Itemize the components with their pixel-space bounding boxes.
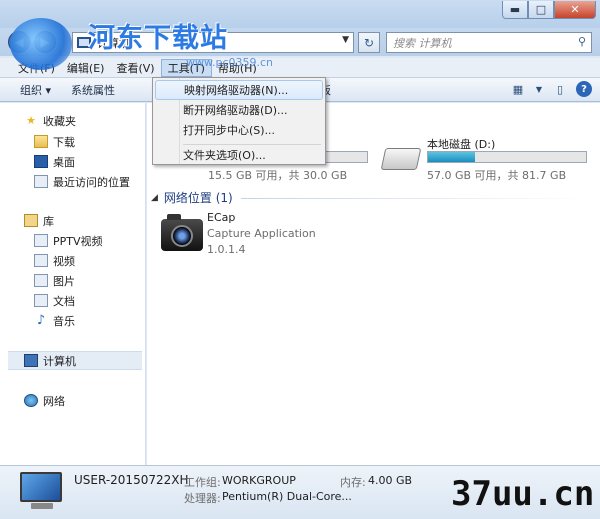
workgroup-label: 工作组: — [184, 476, 221, 489]
maximize-button[interactable]: □ — [528, 1, 554, 19]
desktop-icon — [34, 155, 48, 168]
nav-label: 收藏夹 — [43, 114, 76, 128]
recent-places-icon — [34, 175, 48, 188]
watermark-site-name: 河东下载站 — [88, 23, 228, 54]
monitor-stand — [31, 503, 53, 509]
menu-bar: 文件(F) 编辑(E) 查看(V) 工具(T) 帮助(H) — [0, 58, 600, 78]
music-note-icon: ♪ — [36, 313, 46, 328]
nav-label: 桌面 — [53, 155, 75, 169]
nav-network[interactable]: 网络 — [0, 391, 146, 410]
computer-icon — [24, 354, 38, 367]
refresh-icon: ↻ — [363, 35, 375, 50]
nav-documents[interactable]: 文档 — [0, 291, 146, 310]
library-icon — [24, 214, 38, 227]
computer-name: USER-20150722XH — [74, 473, 189, 487]
menu-view[interactable]: 查看(V) — [110, 60, 160, 76]
nav-label: 文档 — [53, 294, 75, 308]
search-input[interactable]: 搜索 计算机 ⚲ — [386, 32, 592, 53]
network-item-version: 1.0.1.4 — [207, 243, 246, 256]
organize-label: 组织 — [20, 83, 42, 97]
refresh-button[interactable]: ↻ — [358, 32, 380, 53]
camera-icon[interactable] — [161, 214, 203, 251]
help-icon[interactable]: ? — [576, 81, 592, 97]
network-icon — [24, 394, 38, 407]
nav-label: 图片 — [53, 274, 75, 288]
camera-flash — [167, 214, 181, 220]
nav-label: 最近访问的位置 — [53, 175, 130, 189]
nav-downloads[interactable]: 下载 — [0, 132, 146, 151]
toolbar-right: ▦ ▼ ▯ ? — [508, 80, 592, 98]
search-placeholder: 搜索 计算机 — [393, 36, 452, 50]
watermark-corner: 37uu.cn — [451, 474, 595, 514]
video-library-icon — [34, 234, 48, 247]
watermark-site-url: www.pc0359.cn — [186, 56, 274, 69]
menu-item-disconnect-network-drive[interactable]: 断开网络驱动器(D)... — [155, 100, 323, 120]
drive-d-usage-fill — [428, 152, 476, 162]
nav-label: 下载 — [53, 135, 75, 149]
tools-menu: 映射网络驱动器(N)... 断开网络驱动器(D)... 打开同步中心(S)...… — [152, 77, 326, 165]
nav-label: 库 — [43, 214, 54, 228]
organize-button[interactable]: 组织 ▾ — [10, 82, 61, 98]
menu-item-folder-options[interactable]: 文件夹选项(O)... — [155, 145, 323, 165]
nav-desktop[interactable]: 桌面 — [0, 152, 146, 171]
navigation-pane: ★ 收藏夹 下载 桌面 最近访问的位置 库 PPTV视频 视频 图片 文档 ♪ … — [0, 103, 146, 465]
nav-computer[interactable]: 计算机 — [8, 351, 142, 370]
collapse-arrow-icon: ◢ — [151, 192, 158, 203]
computer-monitor-icon — [20, 472, 62, 502]
group-header-label: 网络位置 (1) — [163, 191, 233, 205]
star-icon: ★ — [26, 114, 36, 127]
network-item-description: Capture Application — [207, 227, 316, 240]
memory-label: 内存: — [340, 476, 366, 489]
downloads-folder-icon — [34, 135, 48, 148]
minimize-button[interactable]: ▬ — [502, 1, 528, 19]
hard-drive-icon[interactable] — [380, 148, 422, 170]
network-item-name[interactable]: ECap — [207, 211, 235, 224]
nav-music[interactable]: ♪ 音乐 — [0, 311, 146, 330]
processor-value: Pentium(R) Dual-Core... — [222, 490, 352, 503]
menu-item-open-sync-center[interactable]: 打开同步中心(S)... — [155, 120, 323, 140]
drive-d-name[interactable]: 本地磁盘 (D:) — [427, 136, 495, 152]
video-icon — [34, 254, 48, 267]
nav-label: 网络 — [43, 394, 65, 408]
close-button[interactable]: ✕ — [554, 1, 596, 19]
chevron-down-icon[interactable]: ▼ — [342, 35, 349, 45]
system-properties-button[interactable]: 系统属性 — [61, 82, 125, 98]
watermark-logo — [10, 18, 72, 70]
chevron-down-icon[interactable]: ▼ — [534, 80, 544, 98]
caption-buttons: ▬ □ ✕ — [502, 1, 596, 19]
nav-label: PPTV视频 — [53, 234, 103, 248]
menu-edit[interactable]: 编辑(E) — [61, 60, 111, 76]
nav-label: 音乐 — [53, 314, 75, 328]
nav-favorites[interactable]: ★ 收藏夹 — [0, 111, 146, 130]
drive-d-free-space: 57.0 GB 可用，共 81.7 GB — [427, 169, 567, 182]
group-divider — [241, 198, 591, 199]
pictures-icon — [34, 274, 48, 287]
nav-pictures[interactable]: 图片 — [0, 271, 146, 290]
nav-label: 视频 — [53, 254, 75, 268]
nav-videos[interactable]: 视频 — [0, 251, 146, 270]
drive-c-free-space: 15.5 GB 可用，共 30.0 GB — [208, 169, 348, 182]
document-icon — [34, 294, 48, 307]
network-locations-header[interactable]: ◢ 网络位置 (1) — [151, 189, 233, 206]
processor-label: 处理器: — [184, 492, 221, 505]
nav-label: 计算机 — [43, 354, 76, 368]
workgroup-value: WORKGROUP — [222, 474, 296, 487]
change-view-icon[interactable]: ▦ — [508, 80, 528, 98]
drive-d-usage-bar — [427, 151, 587, 163]
nav-recent[interactable]: 最近访问的位置 — [0, 172, 146, 191]
nav-pptv[interactable]: PPTV视频 — [0, 231, 146, 250]
memory-value: 4.00 GB — [368, 474, 413, 487]
menu-item-map-network-drive[interactable]: 映射网络驱动器(N)... — [155, 80, 323, 100]
camera-lens — [171, 225, 193, 247]
search-icon[interactable]: ⚲ — [578, 35, 586, 48]
preview-pane-icon[interactable]: ▯ — [550, 80, 570, 98]
nav-libraries[interactable]: 库 — [0, 211, 146, 230]
